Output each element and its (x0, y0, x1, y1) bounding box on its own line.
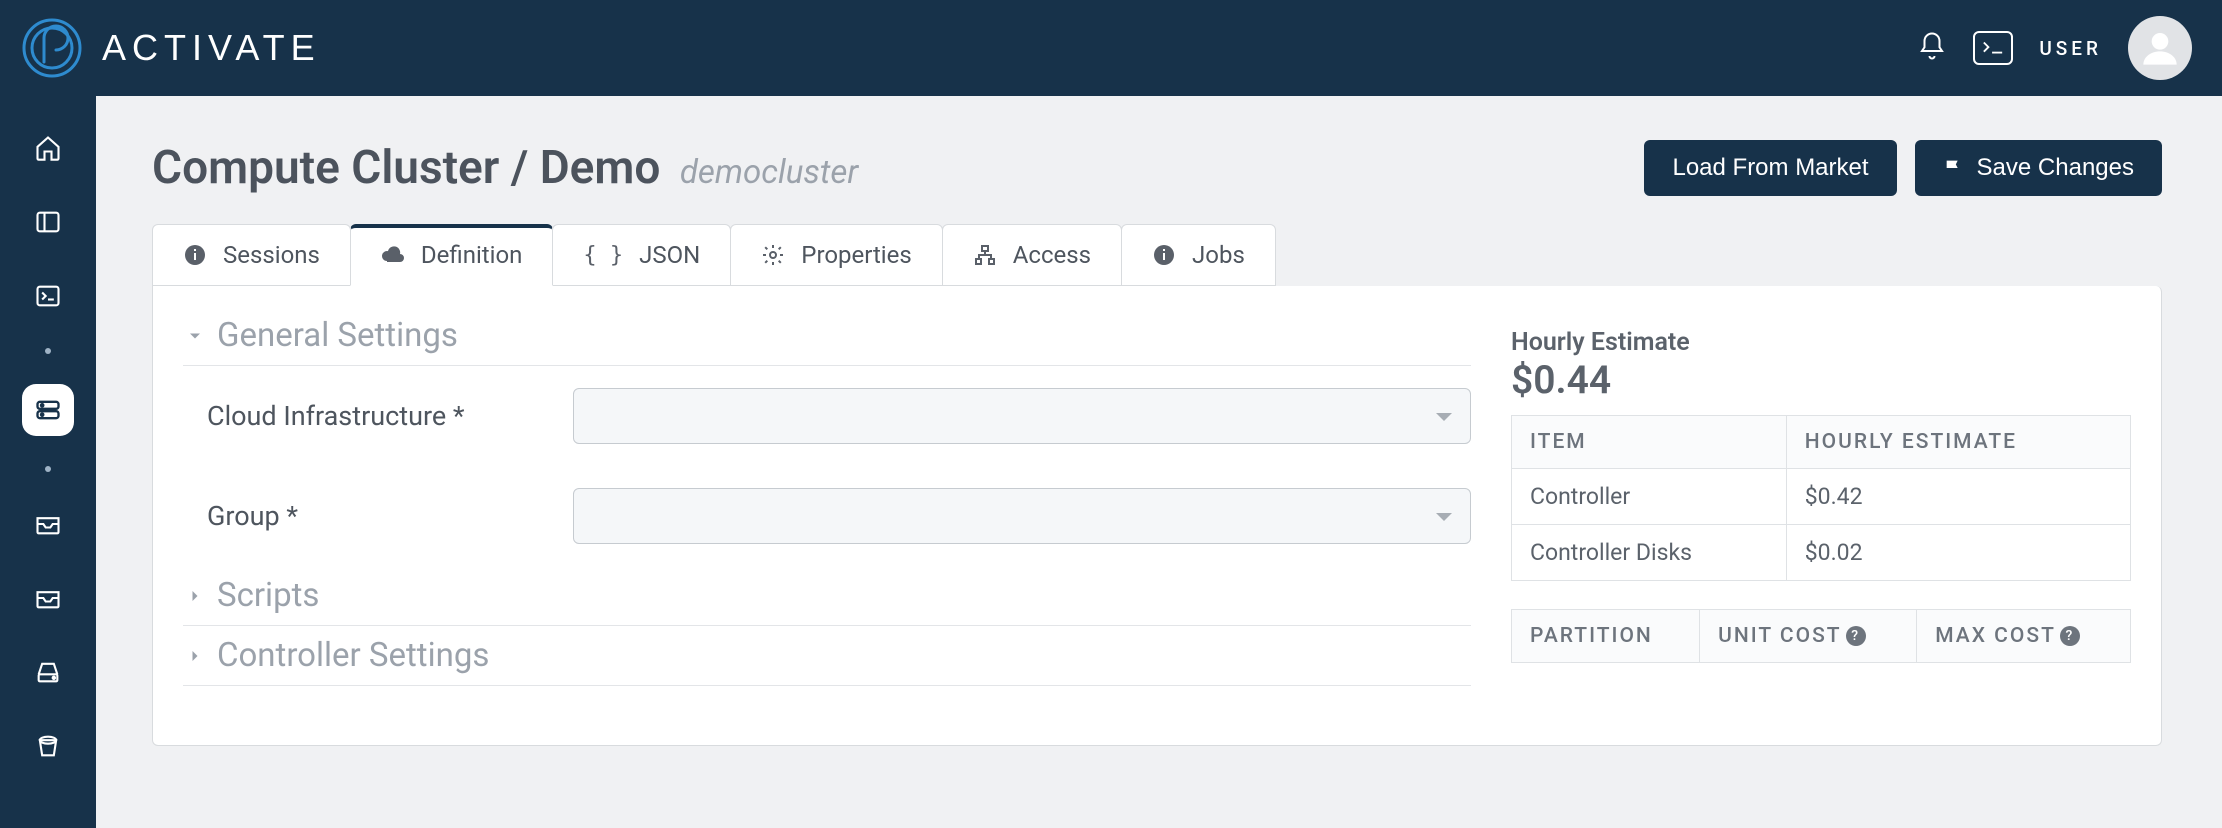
brand-text: ACTIVATE (102, 27, 321, 69)
tab-jobs[interactable]: Jobs (1121, 224, 1276, 286)
col-hourly: HOURLY ESTIMATE (1786, 416, 2130, 469)
notifications-icon[interactable] (1917, 31, 1947, 65)
terminal-icon[interactable] (1973, 31, 2013, 65)
network-icon (973, 243, 997, 267)
tab-label: JSON (639, 241, 700, 269)
table-row: Controller $0.42 (1512, 469, 2131, 525)
info-icon (1152, 243, 1176, 267)
avatar[interactable] (2128, 16, 2192, 80)
cell-item: Controller (1512, 469, 1787, 525)
section-title: Controller Settings (217, 636, 489, 675)
col-max-cost-label: MAX COST (1935, 624, 2056, 648)
sidebar-divider-dot (45, 466, 51, 472)
sidebar-divider-dot (45, 348, 51, 354)
save-changes-button[interactable]: Save Changes (1915, 140, 2162, 196)
sidebar-item-home[interactable] (26, 126, 70, 170)
tab-sessions[interactable]: Sessions (152, 224, 351, 286)
panel-body: General Settings Cloud Infrastructure * … (152, 286, 2162, 746)
cloud-infra-label: Cloud Infrastructure * (183, 400, 573, 432)
estimate-table: ITEM HOURLY ESTIMATE Controller $0.42 Co… (1511, 415, 2131, 581)
partition-table: PARTITION UNIT COST? MAX COST? (1511, 609, 2131, 663)
load-from-market-button[interactable]: Load From Market (1644, 140, 1896, 196)
info-icon (183, 243, 207, 267)
col-partition-label: PARTITION (1530, 624, 1653, 648)
col-partition: PARTITION (1512, 610, 1700, 663)
sidebar-item-terminal[interactable] (26, 274, 70, 318)
chevron-right-icon (183, 576, 207, 615)
chevron-down-icon (183, 316, 207, 355)
sidebar-item-bucket[interactable] (26, 724, 70, 768)
sidebar (0, 96, 96, 828)
brand: ACTIVATE (20, 16, 321, 80)
page-header: Compute Cluster / Demo democluster Load … (152, 140, 2162, 196)
top-bar: ACTIVATE USER (0, 0, 2222, 96)
cloud-infra-select[interactable] (573, 388, 1471, 444)
form-row-group: Group * (183, 466, 1471, 566)
tab-access[interactable]: Access (942, 224, 1122, 286)
group-select[interactable] (573, 488, 1471, 544)
sidebar-item-panel[interactable] (26, 200, 70, 244)
estimate-title: Hourly Estimate (1511, 328, 2131, 357)
cloud-icon (381, 243, 405, 267)
help-icon[interactable]: ? (1846, 626, 1866, 646)
tab-properties[interactable]: Properties (730, 224, 942, 286)
sidebar-item-disk[interactable] (26, 650, 70, 694)
tab-label: Jobs (1192, 241, 1245, 269)
braces-icon: { } (583, 243, 623, 268)
estimate-value: $0.44 (1511, 357, 2131, 403)
flag-icon (1943, 157, 1965, 179)
sidebar-item-storage[interactable] (22, 384, 74, 436)
section-title: General Settings (217, 316, 458, 355)
group-label: Group * (183, 500, 573, 532)
estimate-panel: Hourly Estimate $0.44 ITEM HOURLY ESTIMA… (1511, 306, 2131, 705)
table-row: Controller Disks $0.02 (1512, 525, 2131, 581)
col-unit-cost-label: UNIT COST (1718, 624, 1842, 648)
section-title: Scripts (217, 576, 319, 615)
col-max-cost: MAX COST? (1917, 610, 2131, 663)
cell-hourly: $0.02 (1786, 525, 2130, 581)
page-title-primary: Compute Cluster / Demo (152, 141, 660, 195)
chevron-right-icon (183, 636, 207, 675)
section-general-settings[interactable]: General Settings (183, 306, 1471, 366)
form-row-cloud-infra: Cloud Infrastructure * (183, 366, 1471, 466)
sidebar-item-inbox[interactable] (26, 502, 70, 546)
tab-json[interactable]: { } JSON (552, 224, 731, 286)
brand-logo-icon (20, 16, 84, 80)
tab-label: Definition (421, 241, 523, 269)
page-title-secondary: democluster (680, 153, 858, 192)
page-title: Compute Cluster / Demo democluster (152, 141, 858, 195)
tab-label: Properties (801, 241, 911, 269)
col-unit-cost: UNIT COST? (1700, 610, 1917, 663)
cell-hourly: $0.42 (1786, 469, 2130, 525)
tab-label: Sessions (223, 241, 320, 269)
cell-item: Controller Disks (1512, 525, 1787, 581)
tab-label: Access (1013, 241, 1091, 269)
col-item: ITEM (1512, 416, 1787, 469)
main-content: Compute Cluster / Demo democluster Load … (96, 96, 2222, 828)
user-label[interactable]: USER (2039, 37, 2102, 60)
tabs: Sessions Definition { } JSON Properties … (152, 224, 2162, 286)
save-changes-label: Save Changes (1977, 154, 2134, 182)
section-scripts[interactable]: Scripts (183, 566, 1471, 626)
tab-definition[interactable]: Definition (350, 224, 554, 286)
load-from-market-label: Load From Market (1672, 154, 1868, 182)
sidebar-item-inbox-2[interactable] (26, 576, 70, 620)
section-controller-settings[interactable]: Controller Settings (183, 626, 1471, 686)
gear-icon (761, 243, 785, 267)
help-icon[interactable]: ? (2060, 626, 2080, 646)
